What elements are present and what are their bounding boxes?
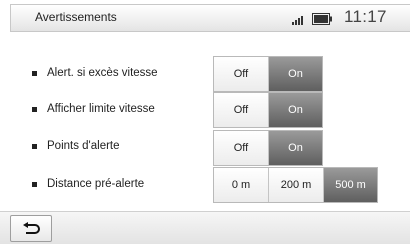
bullet — [32, 182, 37, 187]
option-on-button[interactable]: On — [268, 93, 322, 127]
option-on-button[interactable]: On — [268, 57, 322, 91]
signal-strength-icon — [292, 16, 303, 25]
toggle-alert-points: Off On — [213, 130, 323, 166]
option-off-button[interactable]: Off — [214, 57, 268, 91]
setting-row-alert-points: Points d'alerte Off On — [0, 130, 410, 166]
toggle-speed-alert: Off On — [213, 56, 323, 92]
setting-row-pre-alert-distance: Distance pré-alerte 0 m 200 m 500 m — [0, 167, 410, 203]
bullet — [32, 144, 37, 149]
setting-row-speed-limit: Afficher limite vitesse Off On — [0, 92, 410, 128]
selector-pre-alert-distance: 0 m 200 m 500 m — [213, 167, 378, 203]
header-bar: Avertissements 11:17 — [10, 4, 410, 32]
toggle-speed-limit: Off On — [213, 92, 323, 128]
footer-bar — [0, 211, 410, 244]
setting-row-speed-alert: Alert. si excès vitesse Off On — [0, 56, 410, 92]
setting-label: Afficher limite vitesse — [47, 103, 155, 115]
option-off-button[interactable]: Off — [214, 131, 268, 165]
setting-label: Distance pré-alerte — [47, 178, 145, 190]
option-200m-button[interactable]: 200 m — [268, 168, 323, 202]
bullet — [32, 107, 37, 112]
page-title: Avertissements — [35, 10, 117, 24]
clock-time: 11:17 — [344, 7, 387, 26]
setting-label: Alert. si excès vitesse — [47, 67, 158, 79]
option-500m-button[interactable]: 500 m — [323, 168, 377, 202]
option-on-button[interactable]: On — [268, 131, 322, 165]
setting-label: Points d'alerte — [47, 140, 120, 152]
battery-icon — [312, 13, 332, 25]
back-arrow-icon — [23, 222, 40, 234]
option-off-button[interactable]: Off — [214, 93, 268, 127]
option-0m-button[interactable]: 0 m — [214, 168, 268, 202]
bullet — [32, 71, 37, 76]
back-button[interactable] — [10, 215, 52, 242]
